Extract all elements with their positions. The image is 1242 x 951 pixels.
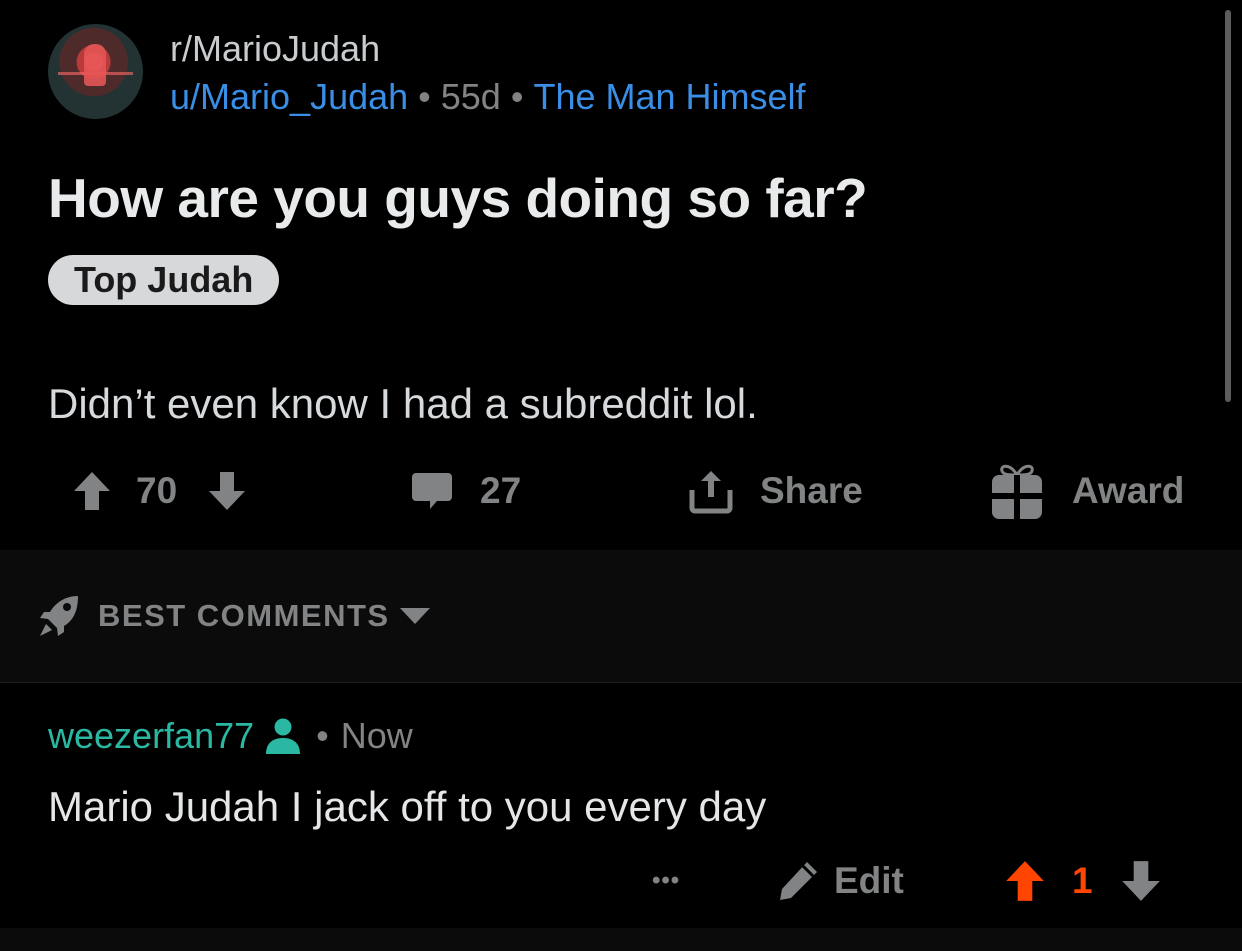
post-action-bar: 70 27 Share Award bbox=[0, 460, 1242, 522]
comments-button[interactable] bbox=[410, 460, 454, 522]
upvote-button[interactable] bbox=[72, 460, 112, 522]
section-divider bbox=[0, 682, 1242, 683]
subreddit-name[interactable]: r/MarioJudah bbox=[170, 28, 380, 70]
scrollbar[interactable] bbox=[1225, 10, 1231, 402]
post-card: r/MarioJudah u/Mario_Judah • 55d • The Man H… bbox=[0, 0, 1242, 550]
post-meta: u/Mario_Judah • 55d • The Man Himself bbox=[170, 76, 806, 118]
downvote-button[interactable] bbox=[207, 460, 247, 522]
avatar-figure-graphic bbox=[84, 44, 106, 86]
edit-label: Edit bbox=[834, 860, 904, 901]
sort-label: BEST COMMENTS bbox=[98, 598, 390, 633]
comment-downvote-button[interactable] bbox=[1120, 850, 1162, 912]
upvote-arrow-icon bbox=[1006, 861, 1044, 901]
chevron-down-icon bbox=[399, 608, 430, 624]
meta-separator: • bbox=[418, 76, 431, 117]
award-button[interactable]: Award bbox=[990, 460, 1184, 522]
user-op-icon bbox=[266, 718, 301, 754]
share-icon bbox=[689, 471, 733, 514]
meta-separator: • bbox=[510, 76, 524, 117]
post-vote-count: 70 bbox=[136, 470, 178, 511]
post-flair-badge[interactable]: Top Judah bbox=[48, 255, 280, 305]
comment-username[interactable]: weezerfan77 bbox=[48, 715, 254, 757]
comment-body: Mario Judah I jack off to you every day bbox=[48, 783, 767, 830]
comment-count: 27 bbox=[480, 470, 522, 511]
author-link[interactable]: u/Mario_Judah bbox=[170, 76, 408, 117]
award-label: Award bbox=[1072, 470, 1185, 511]
downvote-arrow-icon bbox=[1122, 861, 1160, 901]
more-options-button[interactable]: ••• bbox=[652, 850, 680, 912]
post-body: Didn’t even know I had a subreddit lol. bbox=[48, 380, 758, 427]
comment-vote-count: 1 bbox=[1072, 860, 1093, 901]
rocket-icon bbox=[40, 596, 78, 636]
share-label: Share bbox=[760, 470, 863, 511]
comment-action-bar: ••• Edit 1 bbox=[0, 850, 1242, 912]
comment-time: Now bbox=[340, 715, 413, 756]
share-button[interactable]: Share bbox=[688, 460, 863, 522]
comment-upvote-button[interactable] bbox=[1004, 850, 1046, 912]
comment-header: weezerfan77 • Now bbox=[48, 715, 413, 757]
downvote-arrow-icon bbox=[209, 472, 245, 510]
gift-award-icon bbox=[992, 464, 1042, 519]
upvote-arrow-icon bbox=[74, 472, 110, 510]
comment-meta-separator: • bbox=[316, 715, 329, 756]
edit-button[interactable]: Edit bbox=[776, 850, 904, 912]
subreddit-avatar[interactable] bbox=[48, 24, 143, 119]
comment-bubble-icon bbox=[412, 473, 452, 509]
author-flair: The Man Himself bbox=[533, 76, 806, 117]
pencil-icon bbox=[780, 862, 817, 900]
next-item-edge bbox=[0, 928, 1242, 951]
post-age: 55d bbox=[440, 76, 501, 117]
comment-sort-selector[interactable]: BEST COMMENTS bbox=[38, 594, 432, 638]
post-title[interactable]: How are you guys doing so far? bbox=[48, 166, 868, 230]
